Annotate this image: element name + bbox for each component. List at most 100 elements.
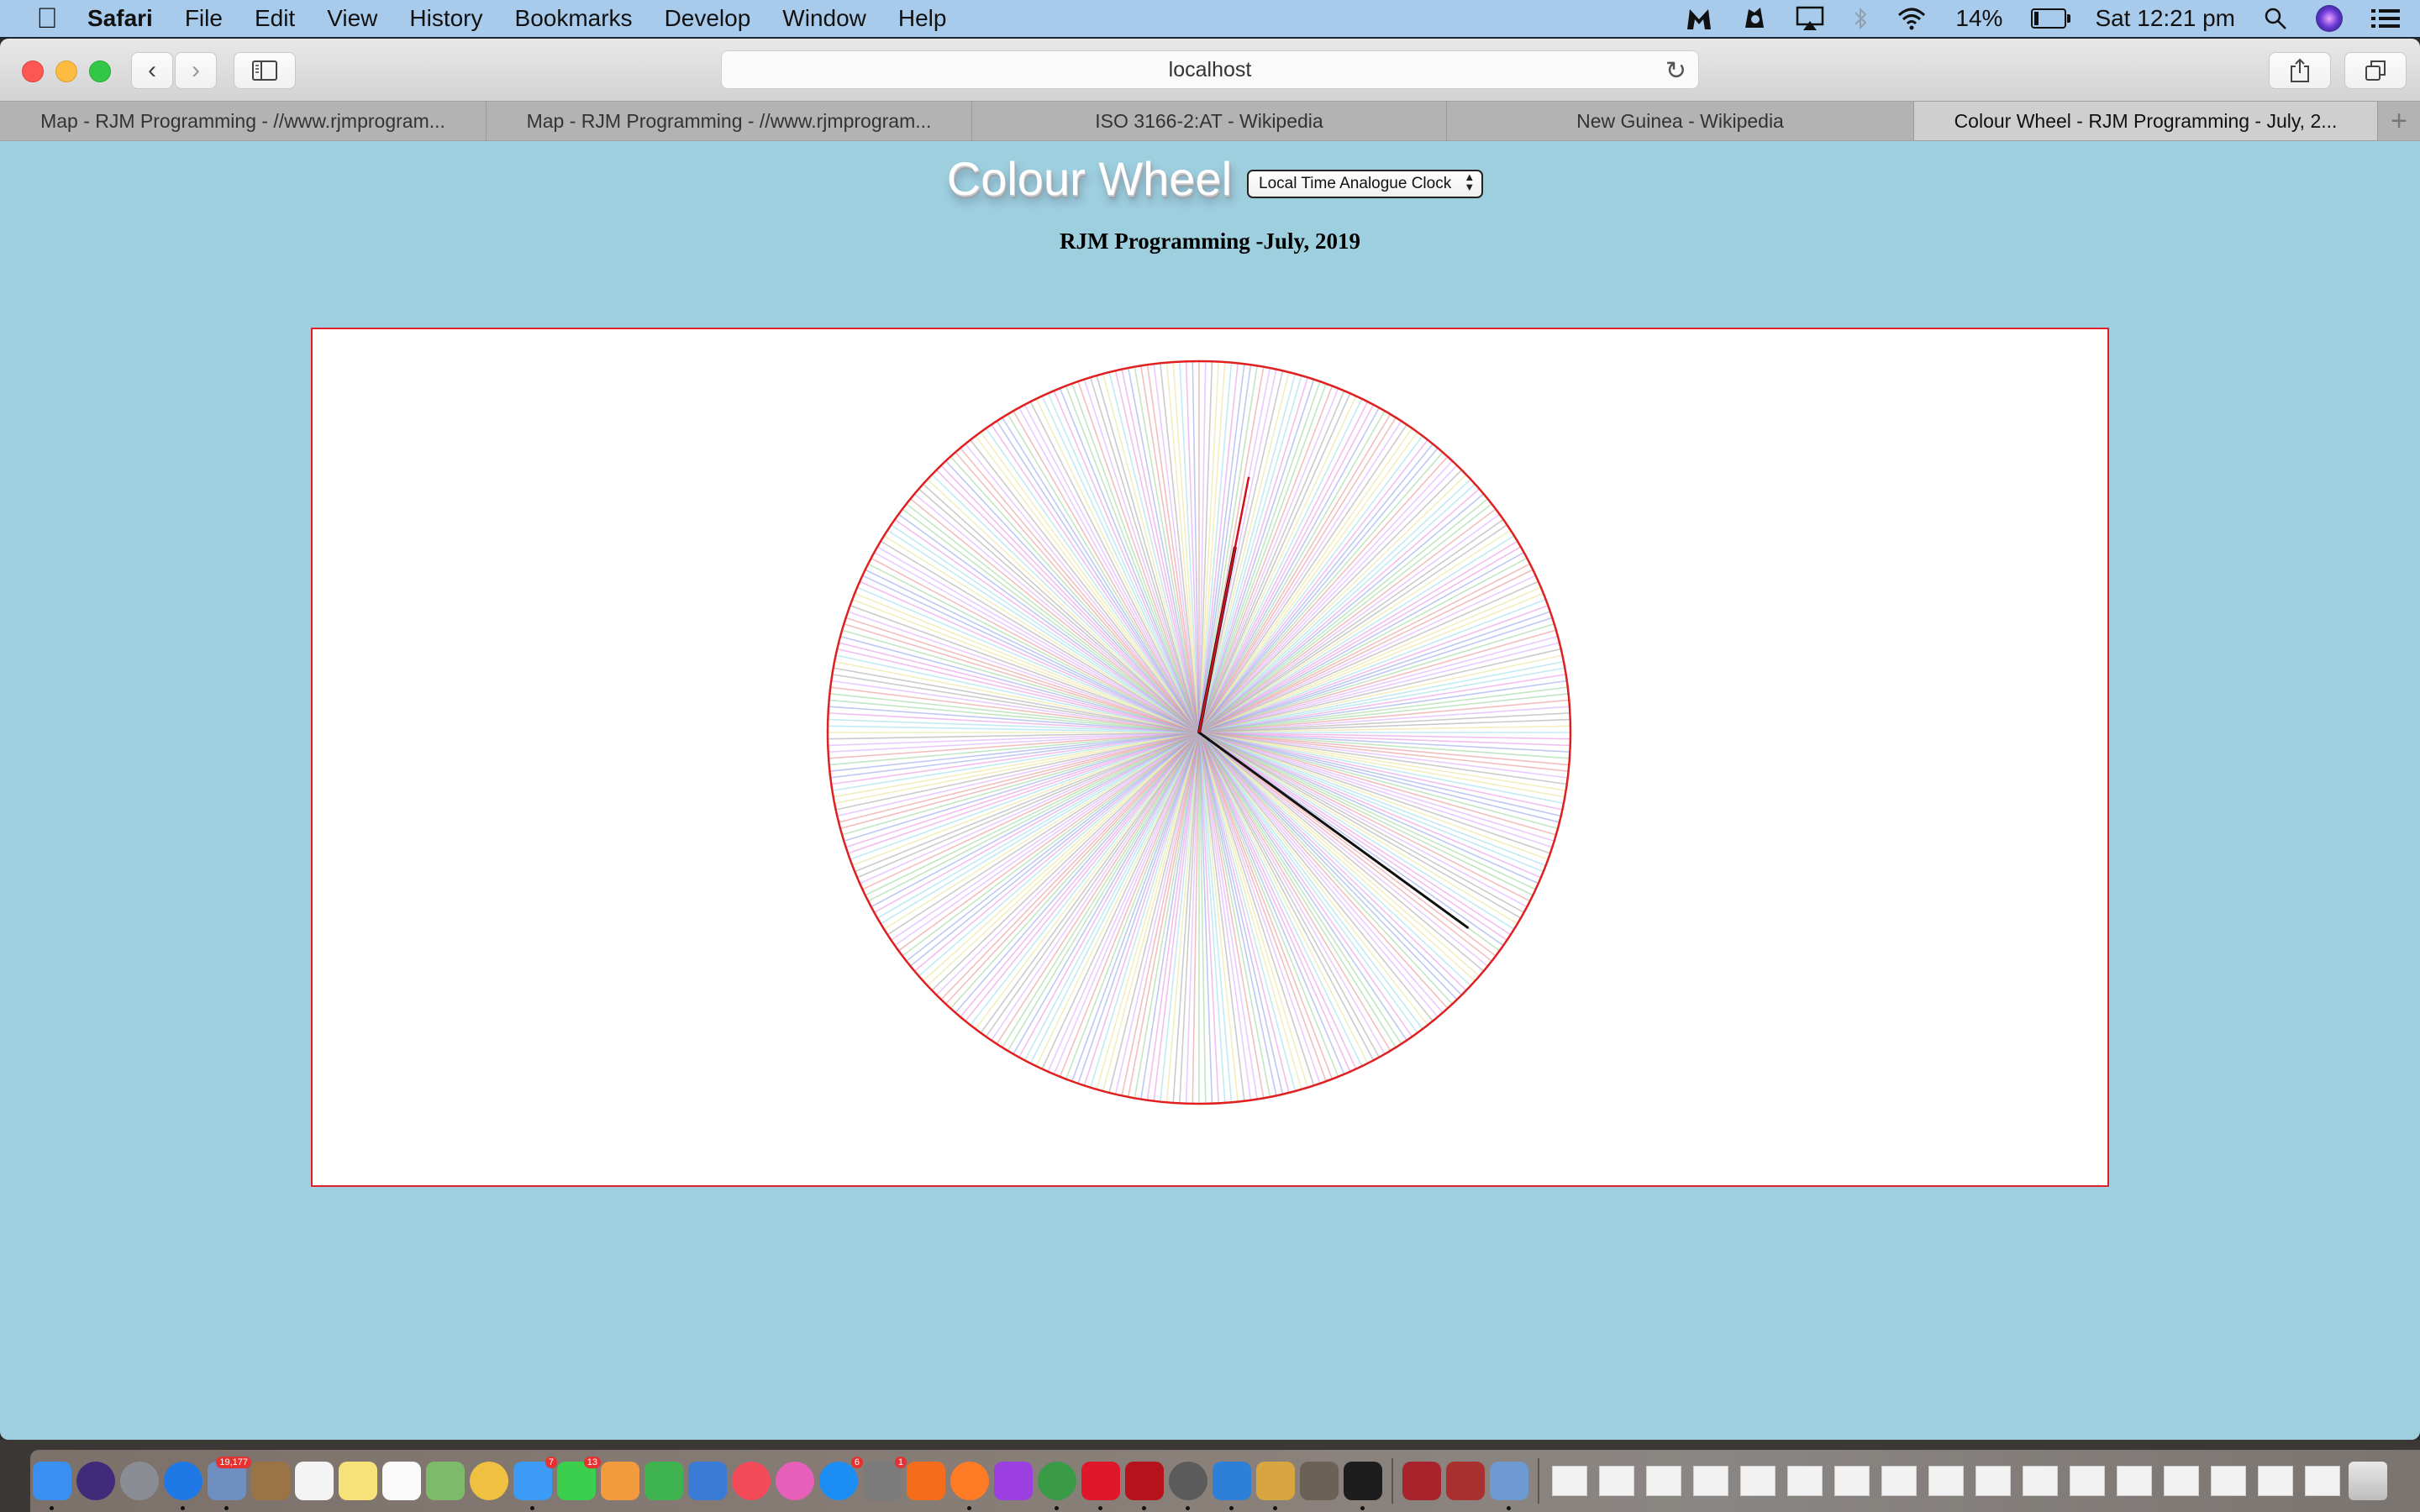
close-window-button[interactable] xyxy=(22,60,44,82)
zoom-window-button[interactable] xyxy=(89,60,111,82)
siri-icon[interactable] xyxy=(2316,5,2343,32)
minimized-window-thumbnail[interactable] xyxy=(2258,1466,2293,1496)
reload-icon[interactable]: ↻ xyxy=(1665,56,1686,86)
gimp-icon[interactable] xyxy=(1300,1462,1339,1500)
minimize-window-button[interactable] xyxy=(55,60,77,82)
menu-edit[interactable]: Edit xyxy=(255,5,295,32)
fetch-icon[interactable] xyxy=(1213,1462,1251,1510)
colour-ray xyxy=(1198,535,1515,733)
keynote-icon[interactable] xyxy=(688,1462,727,1500)
menubar-clock[interactable]: Sat 12:21 pm xyxy=(2095,5,2235,32)
phpstorm-icon[interactable] xyxy=(994,1462,1033,1500)
clock-canvas[interactable] xyxy=(311,328,2109,1187)
notes-icon[interactable] xyxy=(339,1462,377,1500)
apple-logo-icon[interactable]:  xyxy=(30,3,64,35)
tab-iso-3166[interactable]: ISO 3166-2:AT - Wikipedia xyxy=(972,102,1447,140)
facetime-icon[interactable]: 13 xyxy=(557,1457,601,1500)
system-preferences-icon[interactable]: 1 xyxy=(863,1457,907,1500)
opera-icon[interactable] xyxy=(1081,1462,1120,1510)
menu-view[interactable]: View xyxy=(327,5,377,32)
minimized-window-thumbnail[interactable] xyxy=(1834,1466,1870,1496)
tab-new-guinea[interactable]: New Guinea - Wikipedia xyxy=(1447,102,1914,140)
minimized-window-thumbnail[interactable] xyxy=(2070,1466,2105,1496)
minimized-window-thumbnail[interactable] xyxy=(1740,1466,1776,1496)
share-button[interactable] xyxy=(2269,52,2331,89)
minimized-window-thumbnail[interactable] xyxy=(2023,1466,2058,1496)
filezilla-icon[interactable] xyxy=(1125,1462,1164,1510)
malwarebytes-icon[interactable] xyxy=(1685,6,1713,31)
trash-icon[interactable] xyxy=(2349,1462,2387,1500)
calendar-icon[interactable] xyxy=(295,1462,334,1500)
menu-develop[interactable]: Develop xyxy=(665,5,751,32)
wifi-icon[interactable] xyxy=(1897,7,1927,30)
new-tab-button[interactable]: + xyxy=(2378,102,2420,140)
messages-icon[interactable]: 7 xyxy=(513,1457,557,1510)
minimized-window-thumbnail[interactable] xyxy=(1881,1466,1917,1496)
minimized-window-thumbnail[interactable] xyxy=(1599,1466,1634,1496)
minimized-window-thumbnail[interactable] xyxy=(1928,1466,1964,1496)
mode-select[interactable]: Local Time Analogue Clock ▲ ▼ xyxy=(1247,169,1484,198)
back-button[interactable]: ‹ xyxy=(131,52,173,89)
menu-history[interactable]: History xyxy=(409,5,482,32)
notification-center-icon[interactable] xyxy=(2371,8,2400,29)
spotlight-search-icon[interactable] xyxy=(2264,7,2287,30)
colour-ray xyxy=(1002,417,1200,733)
news-icon[interactable] xyxy=(732,1462,771,1500)
minimized-window-thumbnail[interactable] xyxy=(2164,1466,2199,1496)
tab-colour-wheel[interactable]: Colour Wheel - RJM Programming - July, 2… xyxy=(1914,102,2378,140)
tab-map-2[interactable]: Map - RJM Programming - //www.rjmprogram… xyxy=(487,102,972,140)
menu-window[interactable]: Window xyxy=(782,5,866,32)
minimized-window-thumbnail[interactable] xyxy=(2305,1466,2340,1496)
page-heading-row: Colour Wheel Local Time Analogue Clock ▲… xyxy=(0,151,2420,206)
menu-file[interactable]: File xyxy=(185,5,223,32)
avast-icon[interactable] xyxy=(907,1462,945,1500)
minimized-window-thumbnail[interactable] xyxy=(2117,1466,2152,1496)
photos-icon[interactable] xyxy=(470,1462,508,1500)
running-indicator xyxy=(1186,1506,1190,1510)
address-bar[interactable]: localhost ↻ xyxy=(721,50,1699,89)
running-indicator xyxy=(967,1506,971,1510)
minimized-window-thumbnail[interactable] xyxy=(1646,1466,1681,1496)
drawing-app-icon[interactable] xyxy=(1256,1462,1295,1510)
menu-bookmarks[interactable]: Bookmarks xyxy=(515,5,633,32)
finder-icon[interactable] xyxy=(33,1462,71,1510)
forward-button[interactable]: › xyxy=(175,52,217,89)
safari-icon[interactable] xyxy=(164,1462,203,1510)
contacts-icon[interactable] xyxy=(251,1462,290,1500)
terminal-icon[interactable] xyxy=(1344,1462,1382,1510)
mamp-icon[interactable] xyxy=(1169,1462,1207,1510)
siri-icon[interactable] xyxy=(76,1462,115,1500)
photo-booth-icon[interactable] xyxy=(1402,1462,1441,1500)
mail-icon[interactable]: 19,177 xyxy=(208,1457,251,1510)
numbers-icon[interactable] xyxy=(644,1462,683,1500)
preview-icon[interactable] xyxy=(1490,1462,1528,1510)
minimized-window-thumbnail[interactable] xyxy=(1787,1466,1823,1496)
sidebar-icon xyxy=(252,60,277,81)
pages-icon[interactable] xyxy=(601,1462,639,1500)
dictionary-icon[interactable] xyxy=(1446,1462,1485,1500)
airplay-icon[interactable] xyxy=(1796,6,1824,31)
itunes-icon[interactable] xyxy=(776,1462,814,1500)
minimized-window-thumbnail[interactable] xyxy=(1552,1466,1587,1496)
dock-badge: 1 xyxy=(894,1457,907,1468)
dock-badge: 6 xyxy=(850,1457,863,1468)
menu-app-name[interactable]: Safari xyxy=(87,5,153,32)
menu-help[interactable]: Help xyxy=(898,5,947,32)
tabs-overview-button[interactable] xyxy=(2344,52,2407,89)
running-indicator xyxy=(181,1506,185,1510)
bluetooth-icon[interactable] xyxy=(1853,6,1868,31)
avast-icon[interactable] xyxy=(1742,6,1767,31)
chrome-icon[interactable] xyxy=(1038,1462,1076,1510)
colour-ray xyxy=(1198,732,1397,1048)
maps-icon[interactable] xyxy=(426,1462,465,1500)
launchpad-icon[interactable] xyxy=(120,1462,159,1500)
sidebar-button[interactable] xyxy=(234,52,296,89)
reminders-icon[interactable] xyxy=(382,1462,421,1500)
battery-icon[interactable] xyxy=(2031,8,2071,29)
app-store-icon[interactable]: 6 xyxy=(819,1457,863,1500)
minimized-window-thumbnail[interactable] xyxy=(1975,1466,2011,1496)
minimized-window-thumbnail[interactable] xyxy=(2211,1466,2246,1496)
minimized-window-thumbnail[interactable] xyxy=(1693,1466,1728,1496)
firefox-icon[interactable] xyxy=(950,1462,989,1510)
tab-map-1[interactable]: Map - RJM Programming - //www.rjmprogram… xyxy=(0,102,487,140)
